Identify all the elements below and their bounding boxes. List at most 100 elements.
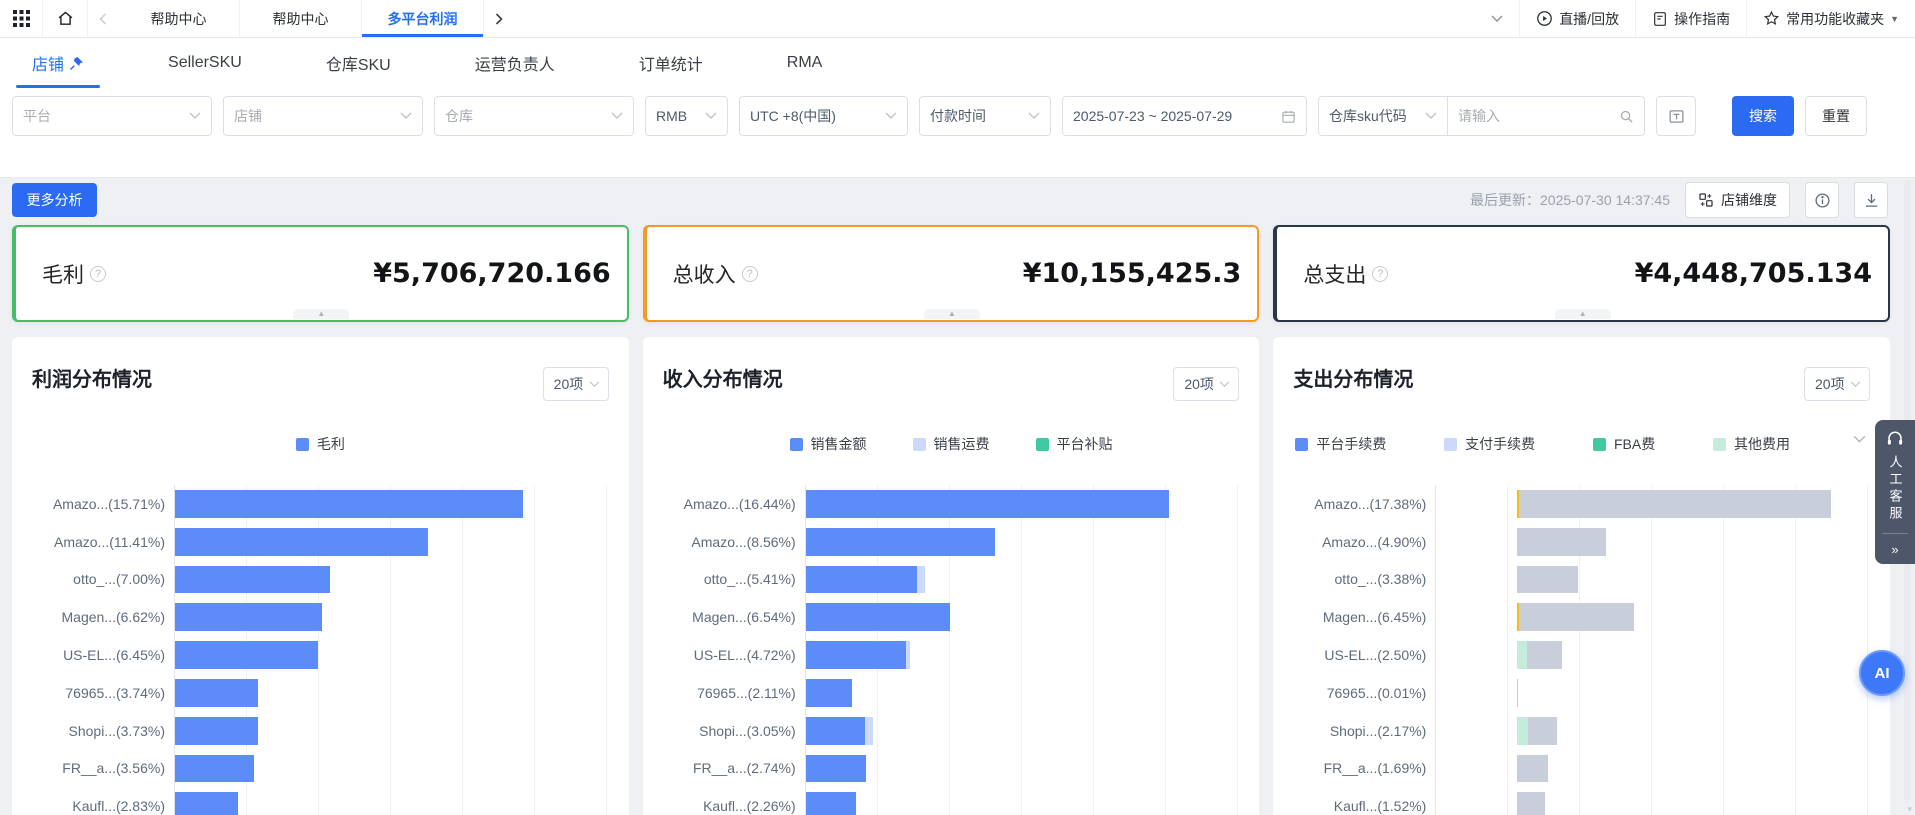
tab-help-center-1[interactable]: 帮助中心 <box>118 0 240 37</box>
bar-segment[interactable] <box>806 641 906 669</box>
subnav-item-shop[interactable]: 店铺 <box>30 38 86 88</box>
bar-segment[interactable] <box>806 792 856 815</box>
tab-help-center-2[interactable]: 帮助中心 <box>240 0 362 37</box>
bar-segment[interactable] <box>865 717 873 745</box>
subnav-item-warehouse-sku[interactable]: 仓库SKU <box>324 38 393 88</box>
panel-collapse-button[interactable]: » <box>1875 534 1915 564</box>
legend-label: 其他费用 <box>1734 434 1790 454</box>
bar-segment[interactable] <box>1519 490 1832 518</box>
bar-segment[interactable] <box>806 490 1169 518</box>
bar-segment[interactable] <box>175 641 318 669</box>
reset-button[interactable]: 重置 <box>1805 96 1867 136</box>
customer-service-panel[interactable]: 人工客服 » <box>1875 420 1915 564</box>
legend-swatch <box>790 438 803 451</box>
date-range-picker[interactable]: 2025-07-23 ~ 2025-07-29 <box>1062 96 1307 136</box>
bar-segment[interactable] <box>1517 755 1548 783</box>
home-icon <box>57 10 74 27</box>
download-button[interactable] <box>1854 182 1888 218</box>
sku-type-select[interactable]: 仓库sku代码 <box>1318 96 1448 136</box>
search-button[interactable]: 搜索 <box>1732 96 1794 136</box>
live-replay-label: 直播/回放 <box>1559 9 1619 29</box>
caret-down-icon: ▼ <box>1890 14 1899 24</box>
timezone-select[interactable]: UTC +8(中国) <box>739 96 908 136</box>
time-type-select[interactable]: 付款时间 <box>919 96 1051 136</box>
bar-segment[interactable] <box>806 679 853 707</box>
help-icon[interactable] <box>1372 266 1388 282</box>
card-collapse-tab[interactable] <box>924 309 980 319</box>
bar-segment[interactable] <box>1519 603 1633 631</box>
bar-segment[interactable] <box>806 755 867 783</box>
pin-icon[interactable] <box>69 56 84 71</box>
subnav-item-operator[interactable]: 运营负责人 <box>473 38 557 88</box>
bar-segment[interactable] <box>175 490 523 518</box>
star-icon <box>1763 10 1780 27</box>
bar-segment[interactable] <box>1517 717 1527 745</box>
legend-item[interactable]: 平台补贴 <box>1036 434 1113 454</box>
category-label: 76965...(0.01%) <box>1293 674 1435 712</box>
subnav-item-rma[interactable]: RMA <box>785 38 825 88</box>
tab-scroll-left-button[interactable] <box>88 0 118 37</box>
bar-segment[interactable] <box>906 641 910 669</box>
info-button[interactable] <box>1805 182 1839 218</box>
bar-segment[interactable] <box>175 679 258 707</box>
home-tab[interactable] <box>42 0 88 37</box>
live-replay-button[interactable]: 直播/回放 <box>1519 0 1635 37</box>
bar-segment[interactable] <box>806 717 865 745</box>
bar-segment[interactable] <box>1517 792 1544 815</box>
legend-item[interactable]: 销售金额 <box>790 434 867 454</box>
bar-track <box>174 636 613 674</box>
bar-segment[interactable] <box>1517 566 1578 594</box>
help-icon[interactable] <box>742 266 758 282</box>
tab-scroll-right-button[interactable] <box>484 0 514 37</box>
card-collapse-tab[interactable] <box>1555 309 1611 319</box>
dimension-switch-button[interactable]: 店铺维度 <box>1685 182 1790 218</box>
more-analysis-button[interactable]: 更多分析 <box>12 183 97 217</box>
tabbar-collapse-button[interactable] <box>1475 0 1519 37</box>
legend-item[interactable]: 销售运费 <box>913 434 990 454</box>
bar-segment[interactable] <box>806 603 951 631</box>
favorites-menu-button[interactable]: 常用功能收藏夹 ▼ <box>1746 0 1915 37</box>
bar-segment[interactable] <box>1517 528 1606 556</box>
legend-swatch <box>296 438 309 451</box>
platform-select[interactable]: 平台 <box>12 96 212 136</box>
bar-segment[interactable] <box>1528 717 1557 745</box>
bar-segment[interactable] <box>175 755 254 783</box>
bar-segment[interactable] <box>917 566 925 594</box>
bar-segment[interactable] <box>806 528 995 556</box>
bar-segment[interactable] <box>1517 641 1527 669</box>
currency-select[interactable]: RMB <box>645 96 728 136</box>
scroll-down-caret[interactable]: ▾ <box>1907 804 1912 815</box>
warehouse-select[interactable]: 仓库 <box>434 96 634 136</box>
legend-item[interactable]: 支付手续费 <box>1444 434 1535 454</box>
bar-track <box>1435 598 1874 636</box>
ai-assistant-button[interactable]: AI <box>1859 650 1905 696</box>
card-collapse-tab[interactable] <box>293 309 349 319</box>
subnav-item-sellersku[interactable]: SellerSKU <box>166 38 244 88</box>
legend-item[interactable]: 其他费用 <box>1713 434 1790 454</box>
operation-guide-button[interactable]: 操作指南 <box>1635 0 1746 37</box>
legend-more-button[interactable] <box>1853 435 1866 444</box>
legend-item[interactable]: 毛利 <box>296 434 345 454</box>
bar-segment[interactable] <box>1527 641 1562 669</box>
bar-segment[interactable] <box>175 566 330 594</box>
sku-type-select-value: 仓库sku代码 <box>1329 106 1407 126</box>
bar-segment[interactable] <box>175 603 322 631</box>
page-size-select[interactable]: 20项 <box>543 367 609 401</box>
bar-segment[interactable] <box>175 528 428 556</box>
legend-item[interactable]: 平台手续费 <box>1295 434 1386 454</box>
sku-search-input[interactable]: 请输入 <box>1448 96 1645 136</box>
shop-select[interactable]: 店铺 <box>223 96 423 136</box>
legend-item[interactable]: FBA费 <box>1593 434 1655 454</box>
app-menu-button[interactable] <box>0 0 42 37</box>
bar-segment[interactable] <box>175 792 238 815</box>
page-size-value: 20项 <box>1184 374 1214 394</box>
tab-multi-platform-profit[interactable]: 多平台利润 <box>362 0 484 37</box>
batch-input-button[interactable] <box>1656 96 1696 136</box>
page-size-select[interactable]: 20项 <box>1173 367 1239 401</box>
help-icon[interactable] <box>90 266 106 282</box>
card-title: 总支出 <box>1303 259 1366 289</box>
bar-segment[interactable] <box>175 717 258 745</box>
subnav-item-order-stats[interactable]: 订单统计 <box>637 38 705 88</box>
page-size-select[interactable]: 20项 <box>1804 367 1870 401</box>
bar-segment[interactable] <box>806 566 918 594</box>
